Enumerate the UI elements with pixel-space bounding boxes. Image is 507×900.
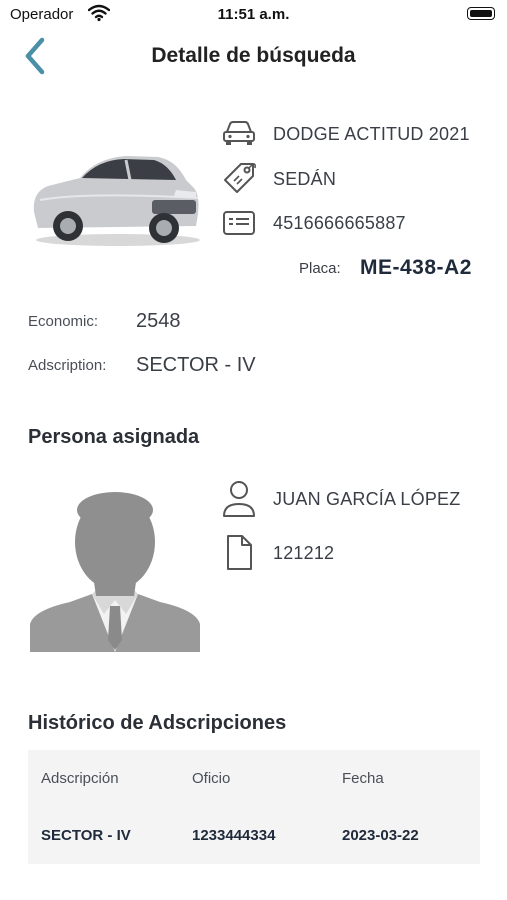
id-card-icon bbox=[221, 208, 257, 238]
car-icon bbox=[221, 118, 257, 148]
cell-oficio: 1233444334 bbox=[192, 827, 276, 844]
plate-label: Placa: bbox=[299, 260, 341, 277]
section-title-person: Persona asignada bbox=[28, 426, 200, 448]
vehicle-serial: 4516666665887 bbox=[273, 213, 406, 233]
plate-number: ME-438-A2 bbox=[360, 256, 472, 279]
economic-value: 2548 bbox=[136, 310, 181, 332]
column-header-fecha: Fecha bbox=[342, 770, 384, 787]
document-icon bbox=[223, 533, 259, 573]
status-time: 11:51 a.m. bbox=[217, 6, 290, 23]
column-header-adscription: Adscripción bbox=[41, 770, 119, 787]
adscription-label: Adscription: bbox=[28, 357, 107, 374]
column-header-oficio: Oficio bbox=[192, 770, 231, 787]
vehicle-photo bbox=[26, 140, 204, 252]
economic-label: Economic: bbox=[28, 313, 99, 330]
person-name: JUAN GARCÍA LÓPEZ bbox=[273, 489, 461, 509]
vehicle-model: DODGE ACTITUD 2021 bbox=[273, 124, 470, 144]
person-avatar bbox=[30, 490, 200, 652]
cell-adscription: SECTOR - IV bbox=[41, 827, 131, 844]
adscription-value: SECTOR - IV bbox=[136, 354, 256, 376]
table-row: SECTOR - IV 1233444334 2023-03-22 bbox=[28, 814, 480, 854]
history-table: Adscripción Oficio Fecha SECTOR - IV 123… bbox=[28, 750, 480, 864]
user-icon bbox=[221, 478, 257, 520]
battery-icon bbox=[467, 7, 495, 20]
person-document: 121212 bbox=[273, 543, 335, 563]
vehicle-type: SEDÁN bbox=[273, 169, 337, 189]
section-title-history: Histórico de Adscripciones bbox=[28, 712, 287, 734]
page-title: Detalle de búsqueda bbox=[151, 44, 356, 67]
tag-icon bbox=[219, 158, 259, 198]
cell-fecha: 2023-03-22 bbox=[342, 827, 419, 844]
